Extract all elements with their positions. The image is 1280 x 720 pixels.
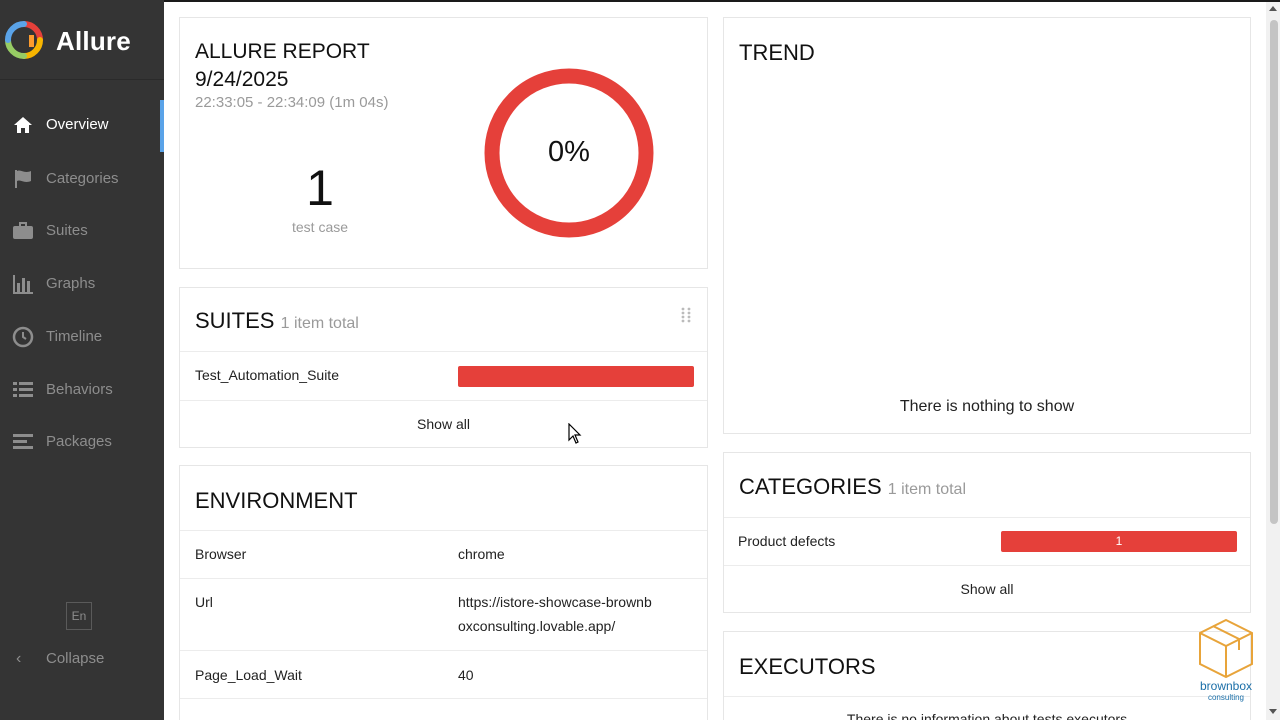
environment-value: 40 — [458, 667, 474, 683]
environment-key: Url — [195, 594, 213, 610]
suites-heading: SUITES — [195, 308, 275, 333]
trend-widget: TREND There is nothing to show — [723, 17, 1251, 434]
sidebar-item-label: Categories — [46, 170, 119, 187]
report-time-range: 22:33:05 - 22:34:09 (1m 04s) — [195, 94, 389, 111]
category-row[interactable]: Product defects 1 — [724, 517, 1250, 565]
environment-row: Browser chrome — [180, 530, 707, 578]
watermark-sub: consulting — [1207, 693, 1245, 702]
sidebar-item-graphs[interactable]: Graphs — [0, 259, 164, 309]
categories-show-all-link[interactable]: Show all — [724, 581, 1250, 597]
trend-empty-message: There is nothing to show — [899, 398, 1075, 415]
suites-count: 1 item total — [280, 315, 359, 332]
sidebar-item-timeline[interactable]: Timeline — [0, 312, 164, 362]
bar-chart-icon — [13, 275, 33, 294]
scroll-down-arrow-icon[interactable] — [1268, 706, 1278, 716]
suite-name: Test_Automation_Suite — [195, 367, 339, 383]
sidebar-item-packages[interactable]: Packages — [0, 417, 164, 467]
sidebar-item-overview[interactable]: Overview — [0, 100, 164, 152]
sidebar: Allure Overview Categories Suites Graphs — [0, 0, 164, 720]
divider — [180, 698, 707, 699]
chevron-left-icon: ‹ — [16, 650, 22, 667]
suites-widget: SUITES 1 item total Test_Automation_Suit… — [179, 287, 708, 448]
language-button[interactable]: En — [66, 602, 92, 630]
environment-key: Browser — [195, 546, 247, 562]
test-case-label: test case — [291, 219, 349, 235]
sidebar-item-behaviors[interactable]: Behaviors — [0, 365, 164, 415]
brand-name: Allure — [56, 26, 131, 56]
flag-icon — [15, 170, 31, 188]
environment-row: Page_Load_Wait 40 — [180, 650, 707, 698]
divider — [724, 565, 1250, 566]
window-top-edge — [164, 0, 1280, 2]
watermark-name: brownbox — [1199, 679, 1253, 693]
summary-widget: ALLURE REPORT 9/24/2025 22:33:05 - 22:34… — [179, 17, 708, 269]
suites-show-all-link[interactable]: Show all — [180, 416, 707, 432]
home-icon — [14, 117, 32, 133]
suite-status-bar[interactable] — [458, 366, 694, 387]
collapse-label: Collapse — [46, 650, 105, 667]
environment-title: ENVIRONMENT — [195, 488, 358, 513]
list-icon — [13, 382, 33, 397]
sidebar-item-label: Behaviors — [46, 381, 113, 398]
categories-title: CATEGORIES 1 item total — [739, 474, 966, 500]
sidebar-item-label: Overview — [46, 116, 109, 133]
active-indicator — [160, 100, 164, 152]
executors-title: EXECUTORS — [739, 654, 876, 679]
sidebar-item-label: Suites — [46, 222, 88, 239]
environment-key: Page_Load_Wait — [195, 667, 302, 683]
sidebar-item-suites[interactable]: Suites — [0, 206, 164, 256]
sidebar-item-label: Graphs — [46, 275, 96, 292]
scrollbar-thumb[interactable] — [1270, 20, 1278, 524]
sidebar-item-label: Packages — [46, 433, 112, 450]
collapse-button[interactable]: ‹ Collapse — [0, 645, 164, 673]
environment-widget: ENVIRONMENT Browser chrome Url https://i… — [179, 465, 708, 720]
category-name: Product defects — [738, 533, 836, 549]
allure-logo-icon — [5, 21, 43, 59]
categories-heading: CATEGORIES — [739, 474, 882, 499]
report-title: ALLURE REPORT — [195, 40, 370, 63]
suite-row[interactable]: Test_Automation_Suite — [180, 352, 707, 444]
success-percent: 0% — [548, 136, 590, 168]
trend-title: TREND — [739, 40, 815, 65]
sidebar-item-categories[interactable]: Categories — [0, 154, 164, 204]
categories-widget: CATEGORIES 1 item total Product defects … — [723, 452, 1251, 613]
clock-icon — [12, 326, 34, 348]
environment-row: Url https://istore-showcase-brownboxcons… — [180, 578, 707, 650]
environment-value: chrome — [458, 546, 505, 562]
executors-empty-message: There is no information about tests exec… — [846, 711, 1128, 720]
scroll-up-arrow-icon[interactable] — [1268, 4, 1278, 14]
categories-count: 1 item total — [887, 481, 967, 498]
suites-title: SUITES 1 item total — [195, 308, 359, 334]
report-date: 9/24/2025 — [195, 68, 289, 91]
environment-value[interactable]: https://istore-showcase-brownboxconsulti… — [458, 590, 658, 638]
category-status-bar[interactable]: 1 — [1001, 531, 1237, 552]
brand[interactable]: Allure — [0, 0, 164, 80]
divider — [724, 696, 1250, 697]
sidebar-item-label: Timeline — [46, 328, 103, 345]
align-left-icon — [13, 434, 33, 449]
divider — [180, 400, 707, 401]
executors-widget: EXECUTORS There is no information about … — [723, 631, 1251, 720]
briefcase-icon — [13, 222, 33, 239]
test-case-count: 1 — [306, 160, 334, 216]
drag-handle-icon[interactable] — [681, 307, 691, 323]
